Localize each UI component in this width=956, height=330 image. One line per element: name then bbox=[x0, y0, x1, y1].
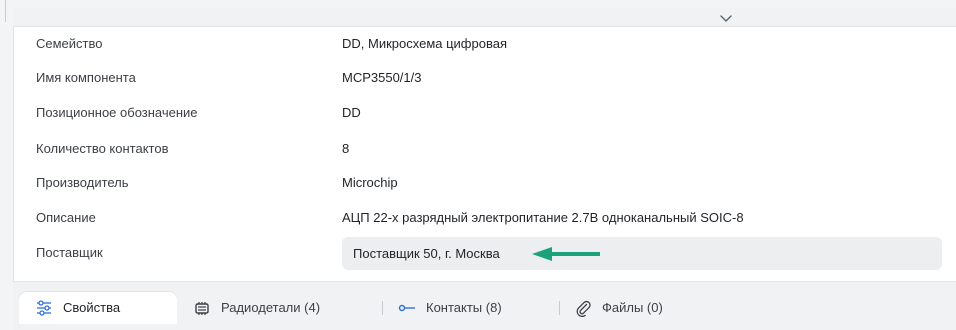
property-value[interactable]: MCP3550/1/3 bbox=[342, 61, 422, 95]
property-label: Поставщик bbox=[36, 245, 103, 260]
tab-files[interactable]: Файлы (0) bbox=[574, 292, 663, 324]
chip-icon bbox=[195, 302, 209, 315]
tab-label: Файлы (0) bbox=[602, 300, 663, 315]
property-label: Позиционное обозначение bbox=[36, 105, 198, 120]
property-value[interactable]: DD, Микросхема цифровая bbox=[342, 27, 507, 61]
supplier-value-field[interactable]: Поставщик 50, г. Москва bbox=[342, 237, 942, 270]
property-label: Описание bbox=[36, 210, 96, 225]
property-label: Семейство bbox=[36, 36, 103, 51]
property-row-pin-count: Количество контактов 8 bbox=[14, 132, 956, 166]
property-value[interactable]: Поставщик 50, г. Москва bbox=[353, 237, 500, 270]
property-label: Количество контактов bbox=[36, 141, 169, 156]
pointer-arrow-icon bbox=[532, 247, 600, 261]
property-row-component-name: Имя компонента MCP3550/1/3 bbox=[14, 61, 956, 95]
pin-icon bbox=[398, 304, 415, 312]
property-value[interactable]: 8 bbox=[342, 132, 349, 166]
collapse-strip[interactable] bbox=[13, 8, 956, 27]
bottom-tab-bar: Свойства Радиодетали (4) Контакты (8) Фа… bbox=[13, 281, 956, 330]
tab-label: Контакты (8) bbox=[426, 300, 502, 315]
tab-contacts[interactable]: Контакты (8) bbox=[398, 292, 502, 324]
property-value[interactable]: DD bbox=[342, 96, 361, 130]
left-gutter bbox=[0, 0, 13, 330]
property-row-designator: Позиционное обозначение DD bbox=[14, 96, 956, 130]
gutter-divider bbox=[5, 0, 6, 22]
component-properties-window: Семейство DD, Микросхема цифровая Имя ко… bbox=[0, 0, 956, 330]
property-row-manufacturer: Производитель Microchip bbox=[14, 166, 956, 200]
tab-separator bbox=[559, 301, 560, 315]
property-row-supplier: Поставщик Поставщик 50, г. Москва bbox=[14, 236, 956, 270]
paperclip-icon bbox=[576, 300, 591, 317]
tab-radio-parts[interactable]: Радиодетали (4) bbox=[193, 292, 320, 324]
property-row-description: Описание АЦП 22-х разрядный электропитан… bbox=[14, 201, 956, 235]
tab-separator bbox=[382, 301, 383, 315]
tab-properties[interactable]: Свойства bbox=[19, 292, 177, 324]
sliders-icon bbox=[37, 300, 51, 316]
chevron-down-icon[interactable] bbox=[719, 14, 733, 24]
property-row-family: Семейство DD, Микросхема цифровая bbox=[14, 27, 956, 61]
property-label: Производитель bbox=[36, 175, 129, 190]
properties-panel: Семейство DD, Микросхема цифровая Имя ко… bbox=[13, 27, 956, 281]
tab-label: Свойства bbox=[63, 300, 121, 315]
property-value[interactable]: АЦП 22-х разрядный электропитание 2.7В о… bbox=[342, 201, 744, 235]
property-label: Имя компонента bbox=[36, 70, 136, 85]
tab-label: Радиодетали (4) bbox=[221, 300, 321, 315]
property-value[interactable]: Microchip bbox=[342, 166, 398, 200]
